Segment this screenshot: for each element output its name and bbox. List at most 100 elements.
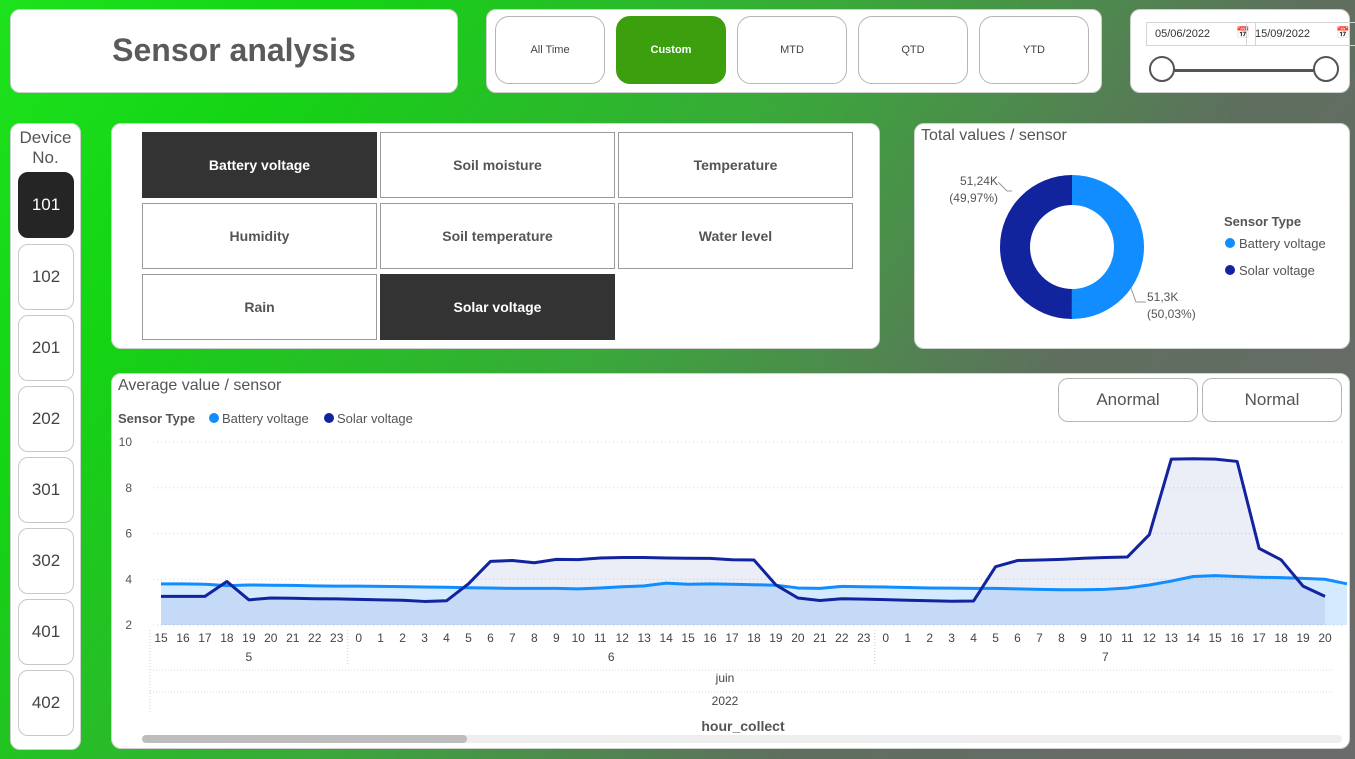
device-102-button[interactable]: 102 xyxy=(18,244,74,310)
x-tick-label: 20 xyxy=(1318,631,1332,645)
x-day-label: 7 xyxy=(1102,650,1109,664)
period-ytd-button[interactable]: YTD xyxy=(979,16,1089,84)
x-tick-label: 15 xyxy=(1209,631,1223,645)
device-filter: Device No. 101 102 201 202 301 302 401 4… xyxy=(10,123,81,750)
x-tick-label: 6 xyxy=(1014,631,1021,645)
x-tick-label: 10 xyxy=(572,631,586,645)
x-tick-label: 11 xyxy=(1121,631,1134,645)
x-tick-label: 17 xyxy=(198,631,212,645)
end-date-value: 15/09/2022 xyxy=(1255,28,1311,40)
x-tick-label: 8 xyxy=(1058,631,1065,645)
device-202-button[interactable]: 202 xyxy=(18,386,74,452)
device-101-button[interactable]: 101 xyxy=(18,172,74,238)
scrollbar-thumb[interactable] xyxy=(142,735,467,743)
pie-label-solar-percent: (49,97%) xyxy=(949,191,998,205)
x-tick-label: 16 xyxy=(176,631,190,645)
legend-marker-solar-voltage xyxy=(324,413,334,423)
x-tick-label: 9 xyxy=(1080,631,1087,645)
x-tick-label: 5 xyxy=(992,631,999,645)
period-filter: All Time Custom MTD QTD YTD xyxy=(486,9,1102,93)
pie-label-battery-percent: (50,03%) xyxy=(1147,307,1196,321)
period-mtd-button[interactable]: MTD xyxy=(737,16,847,84)
y-tick-label: 2 xyxy=(125,618,132,632)
line-legend-solar-voltage[interactable]: Solar voltage xyxy=(337,411,413,426)
x-month-label: juin xyxy=(715,671,735,685)
legend-marker-battery-voltage xyxy=(209,413,219,423)
y-tick-label: 4 xyxy=(125,572,132,586)
donut-chart-card: Total values / sensor 51,3K (50,03%) 51,… xyxy=(914,123,1350,349)
title-card: Sensor analysis xyxy=(10,9,458,93)
device-302-button[interactable]: 302 xyxy=(18,528,74,594)
sensor-water-level-button[interactable]: Water level xyxy=(618,203,853,269)
x-tick-label: 23 xyxy=(857,631,871,645)
device-201-button[interactable]: 201 xyxy=(18,315,74,381)
date-slider-start-handle[interactable] xyxy=(1149,56,1175,82)
x-tick-label: 12 xyxy=(1143,631,1157,645)
x-tick-label: 2 xyxy=(926,631,933,645)
x-tick-label: 19 xyxy=(242,631,256,645)
donut-legend-solar-voltage[interactable]: Solar voltage xyxy=(1239,263,1315,278)
x-tick-label: 18 xyxy=(747,631,761,645)
sensor-rain-button[interactable]: Rain xyxy=(142,274,377,340)
x-tick-label: 3 xyxy=(948,631,955,645)
x-tick-label: 14 xyxy=(659,631,673,645)
page-title: Sensor analysis xyxy=(112,32,356,68)
x-tick-label: 7 xyxy=(1036,631,1043,645)
start-date-value: 05/06/2022 xyxy=(1155,28,1211,40)
sensor-solar-voltage-button[interactable]: Solar voltage xyxy=(380,274,615,340)
pie-leader-line xyxy=(1130,287,1146,303)
x-tick-label: 15 xyxy=(681,631,695,645)
line-legend-battery-voltage[interactable]: Battery voltage xyxy=(222,411,309,426)
x-tick-label: 15 xyxy=(154,631,168,645)
donut-legend-title: Sensor Type xyxy=(1224,214,1301,229)
donut-legend-battery-voltage[interactable]: Battery voltage xyxy=(1239,236,1326,251)
x-tick-label: 6 xyxy=(487,631,494,645)
line-chart: Sensor Type Battery voltage Solar voltag… xyxy=(118,411,1348,743)
period-custom-button[interactable]: Custom xyxy=(616,16,726,84)
sensor-temperature-button[interactable]: Temperature xyxy=(618,132,853,198)
x-tick-label: 19 xyxy=(769,631,783,645)
line-chart-card: Average value / sensor Anormal Normal Se… xyxy=(111,373,1350,749)
x-axis: 15 16 17 18 19 20 21 22 23 0 1 2 3 4 5 6 7 8 9 10 11 12 13 14 15… xyxy=(149,630,1334,714)
x-tick-label: 4 xyxy=(443,631,450,645)
period-qtd-button[interactable]: QTD xyxy=(858,16,968,84)
x-tick-label: 20 xyxy=(791,631,805,645)
y-tick-label: 10 xyxy=(119,435,133,449)
date-range-filter: 05/06/2022 📅 15/09/2022 📅 xyxy=(1130,9,1355,93)
pie-slice-solar-voltage[interactable] xyxy=(999,175,1072,319)
device-title-line2: No. xyxy=(32,148,59,167)
sensor-soil-moisture-button[interactable]: Soil moisture xyxy=(380,132,615,198)
pie-label-solar-value: 51,24K xyxy=(960,174,998,188)
pie-slice-battery-voltage[interactable] xyxy=(1071,175,1144,319)
x-tick-label: 7 xyxy=(509,631,516,645)
date-slider-end-handle[interactable] xyxy=(1313,56,1339,82)
x-tick-label: 5 xyxy=(465,631,472,645)
x-tick-label: 19 xyxy=(1296,631,1310,645)
device-402-button[interactable]: 402 xyxy=(18,670,74,736)
x-tick-label: 9 xyxy=(553,631,560,645)
x-axis-label: hour_collect xyxy=(701,718,785,734)
line-legend-title: Sensor Type xyxy=(118,411,195,426)
x-tick-label: 21 xyxy=(286,631,300,645)
start-date-input[interactable]: 05/06/2022 📅 xyxy=(1146,22,1256,46)
x-tick-label: 12 xyxy=(616,631,630,645)
date-slider-track[interactable] xyxy=(1161,69,1327,72)
period-all-time-button[interactable]: All Time xyxy=(495,16,605,84)
x-tick-label: 17 xyxy=(1252,631,1266,645)
x-tick-label: 13 xyxy=(637,631,651,645)
end-date-input[interactable]: 15/09/2022 📅 xyxy=(1246,22,1355,46)
legend-marker-solar-voltage xyxy=(1225,265,1235,275)
sensor-soil-temperature-button[interactable]: Soil temperature xyxy=(380,203,615,269)
pie-label-battery-value: 51,3K xyxy=(1147,290,1178,304)
x-tick-label: 18 xyxy=(220,631,234,645)
x-tick-label: 1 xyxy=(904,631,911,645)
calendar-icon[interactable]: 📅 xyxy=(1336,26,1350,39)
x-tick-label: 2 xyxy=(399,631,406,645)
x-tick-label: 3 xyxy=(421,631,428,645)
x-year-label: 2022 xyxy=(712,694,739,708)
sensor-battery-voltage-button[interactable]: Battery voltage xyxy=(142,132,377,198)
x-tick-label: 0 xyxy=(355,631,362,645)
device-301-button[interactable]: 301 xyxy=(18,457,74,523)
device-401-button[interactable]: 401 xyxy=(18,599,74,665)
sensor-humidity-button[interactable]: Humidity xyxy=(142,203,377,269)
